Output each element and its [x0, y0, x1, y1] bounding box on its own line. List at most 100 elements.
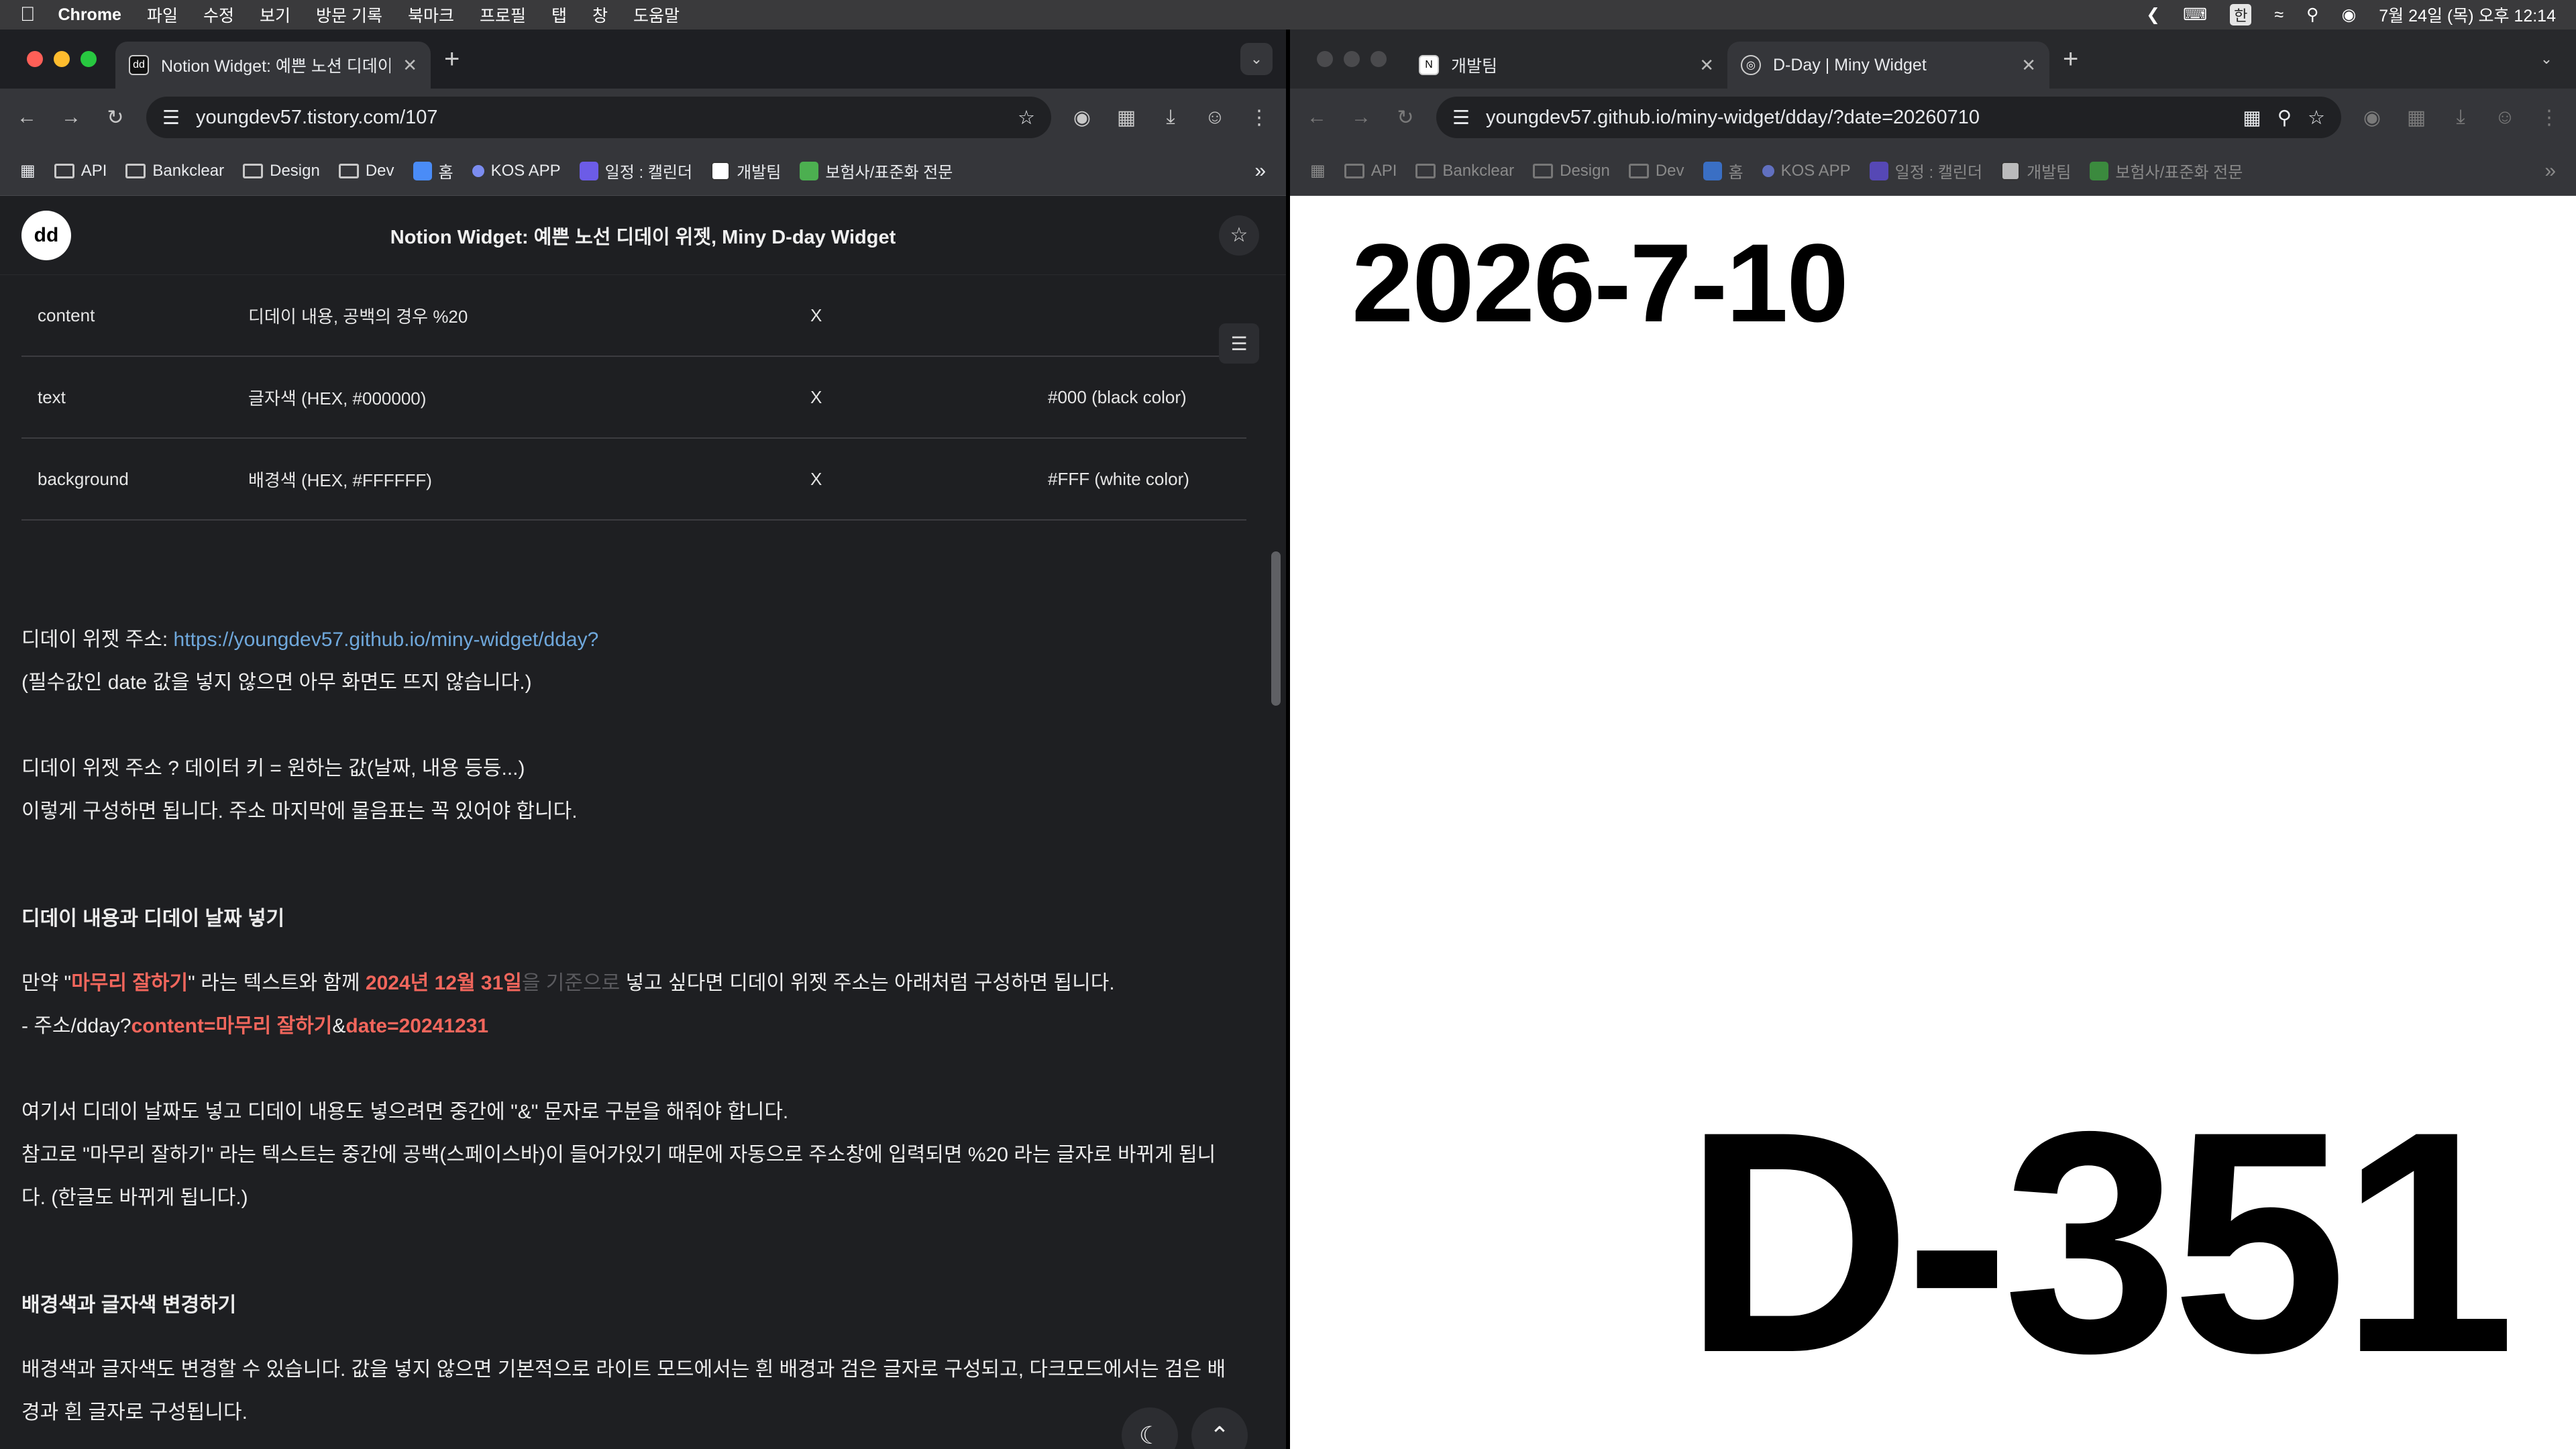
bookmark-calendar[interactable]: 일정 : 캘린더 [1869, 159, 1982, 182]
tab-dday-widget[interactable]: ◎ D-Day | Miny Widget ✕ [1727, 42, 2049, 89]
zoom-window-button[interactable] [80, 51, 97, 67]
menu-file[interactable]: 파일 [147, 3, 178, 27]
bookmark-insurance[interactable]: 보험사/표준화 전문 [800, 159, 953, 182]
example-line: 만약 "마무리 잘하기" 라는 텍스트와 함께 2024년 12월 31일을 기… [21, 962, 1249, 1005]
site-info-icon[interactable]: ☰ [162, 106, 180, 129]
menu-edit[interactable]: 수정 [203, 3, 234, 27]
more-menu-icon[interactable]: ⋮ [1246, 106, 1273, 129]
tab-search-chevron-icon[interactable]: ⌄ [2530, 43, 2563, 75]
bookmark-folder-bankclear[interactable]: Bankclear [125, 162, 224, 180]
apps-grid-icon[interactable]: ▦ [1310, 161, 1326, 180]
apps-grid-icon[interactable]: ▦ [20, 161, 36, 180]
tab-notion-widget[interactable]: dd Notion Widget: 예쁜 노션 디데이 위젯 ✕ [115, 42, 431, 89]
url-text[interactable]: youngdev57.tistory.com/107 [196, 107, 1002, 129]
download-icon[interactable]: ⤓ [2447, 106, 2474, 129]
close-window-button[interactable] [1317, 51, 1333, 67]
example-text: " 라는 텍스트와 함께 [188, 972, 366, 994]
bookmarks-overflow-icon[interactable]: » [2544, 160, 2556, 182]
zoom-window-button[interactable] [1371, 51, 1387, 67]
bookmark-label: API [1371, 161, 1397, 180]
bookmark-kos-app[interactable]: KOS APP [1762, 162, 1851, 180]
space-note-line: 다. (한글도 바뀌게 됩니다.) [21, 1187, 248, 1209]
bookmark-star-icon[interactable]: ☆ [2308, 106, 2325, 129]
zoom-icon[interactable]: ⚲ [2277, 106, 2292, 129]
extensions-icon[interactable]: ▦ [2403, 106, 2430, 129]
minimize-window-button[interactable] [1344, 51, 1360, 67]
more-menu-icon[interactable]: ⋮ [2536, 106, 2563, 129]
new-tab-button[interactable]: + [444, 44, 460, 74]
bookmark-folder-design[interactable]: Design [1533, 162, 1610, 180]
widget-address-link[interactable]: https://youngdev57.github.io/miny-widget… [174, 629, 599, 651]
new-tab-button[interactable]: + [2063, 44, 2078, 74]
menu-tab[interactable]: 탭 [551, 3, 567, 27]
bookmarks-overflow-icon[interactable]: » [1254, 160, 1266, 182]
apple-menu-icon[interactable]:  [20, 3, 36, 26]
app-menu[interactable]: Chrome [58, 5, 121, 25]
close-tab-icon[interactable]: ✕ [402, 55, 417, 76]
close-window-button[interactable] [27, 51, 43, 67]
screenshot-icon[interactable]: ◉ [1069, 106, 1095, 129]
input-source-indicator[interactable]: 한 [2230, 4, 2252, 25]
folder-icon [1628, 163, 1649, 178]
back-arrow-icon[interactable]: ← [1303, 106, 1330, 129]
bookmark-folder-dev[interactable]: Dev [338, 161, 394, 180]
bookmark-kos-app[interactable]: KOS APP [472, 162, 561, 180]
menu-view[interactable]: 보기 [260, 3, 290, 27]
reload-icon[interactable]: ↻ [1392, 106, 1419, 129]
profile-icon[interactable]: ☺ [1201, 106, 1228, 129]
translate-icon[interactable]: ▦ [2243, 106, 2261, 129]
bookmark-insurance[interactable]: 보험사/표준화 전문 [2090, 159, 2243, 182]
wifi-icon[interactable]: ≈ [2274, 5, 2284, 25]
menu-history[interactable]: 방문 기록 [316, 3, 382, 27]
menu-help[interactable]: 도움말 [633, 3, 680, 27]
bookmark-label: Bankclear [1442, 161, 1515, 180]
menu-bookmarks[interactable]: 북마크 [408, 3, 454, 27]
star-icon[interactable]: ☆ [1219, 215, 1259, 256]
menu-profiles[interactable]: 프로필 [480, 3, 526, 27]
control-center-icon[interactable]: ◉ [2341, 5, 2356, 25]
tab-search-chevron-icon[interactable]: ⌄ [1240, 43, 1273, 75]
color-note-line: 경과 흰 글자로 구성됩니다. [21, 1401, 248, 1424]
address-bar[interactable]: ☰ youngdev57.github.io/miny-widget/dday/… [1436, 97, 2341, 138]
url-text[interactable]: youngdev57.github.io/miny-widget/dday/?d… [1486, 107, 2226, 129]
bookmark-home[interactable]: 홈 [1703, 159, 1743, 182]
example-text: - 주소/dday? [21, 1015, 131, 1037]
keyboard-icon[interactable]: ⌨ [2183, 5, 2207, 25]
format-note: 이렇게 구성하면 됩니다. 주소 마지막에 물음표는 꼭 있어야 합니다. [21, 800, 578, 822]
forward-arrow-icon[interactable]: → [58, 106, 85, 129]
bookmark-folder-dev[interactable]: Dev [1628, 162, 1684, 180]
back-arrow-icon[interactable]: ← [13, 106, 40, 129]
address-bar[interactable]: ☰ youngdev57.tistory.com/107 ☆ [146, 97, 1051, 138]
close-tab-icon[interactable]: ✕ [1699, 55, 1714, 76]
menu-window[interactable]: 창 [592, 3, 608, 27]
bookmark-folder-api[interactable]: API [54, 162, 107, 180]
bookmark-star-icon[interactable]: ☆ [1018, 106, 1035, 129]
calendar-icon [579, 161, 598, 180]
bookmark-folder-api[interactable]: API [1344, 162, 1397, 180]
menubar-clock[interactable]: 7월 24일 (목) 오후 12:14 [2379, 3, 2556, 27]
download-icon[interactable]: ⤓ [1157, 106, 1184, 129]
chevron-left-icon[interactable]: ❮ [2146, 5, 2160, 25]
extensions-icon[interactable]: ▦ [1113, 106, 1140, 129]
close-tab-icon[interactable]: ✕ [2021, 55, 2036, 76]
table-of-contents-icon[interactable]: ☰ [1219, 323, 1259, 364]
bookmark-dev-team[interactable]: 개발팀 [711, 159, 781, 182]
spotlight-search-icon[interactable]: ⚲ [2306, 5, 2318, 25]
bookmark-folder-bankclear[interactable]: Bankclear [1415, 162, 1514, 180]
bookmark-label: Dev [365, 161, 394, 180]
reload-icon[interactable]: ↻ [102, 106, 129, 129]
tab-dev-team[interactable]: N 개발팀 ✕ [1405, 42, 1727, 89]
parameter-table: content 디데이 내용, 공백의 경우 %20 X text 글자색 (H… [21, 275, 1246, 521]
screenshot-icon[interactable]: ◉ [2359, 106, 2385, 129]
param-key: content [38, 305, 95, 325]
scrollbar-thumb[interactable] [1271, 551, 1281, 706]
bookmark-dev-team[interactable]: 개발팀 [2001, 159, 2071, 182]
site-info-icon[interactable]: ☰ [1452, 106, 1470, 129]
bookmark-folder-design[interactable]: Design [243, 162, 320, 180]
param-desc: 배경색 (HEX, #FFFFFF) [248, 470, 432, 490]
forward-arrow-icon[interactable]: → [1348, 106, 1375, 129]
profile-icon[interactable]: ☺ [2491, 106, 2518, 129]
minimize-window-button[interactable] [54, 51, 70, 67]
bookmark-calendar[interactable]: 일정 : 캘린더 [579, 159, 692, 182]
bookmark-home[interactable]: 홈 [413, 159, 453, 182]
